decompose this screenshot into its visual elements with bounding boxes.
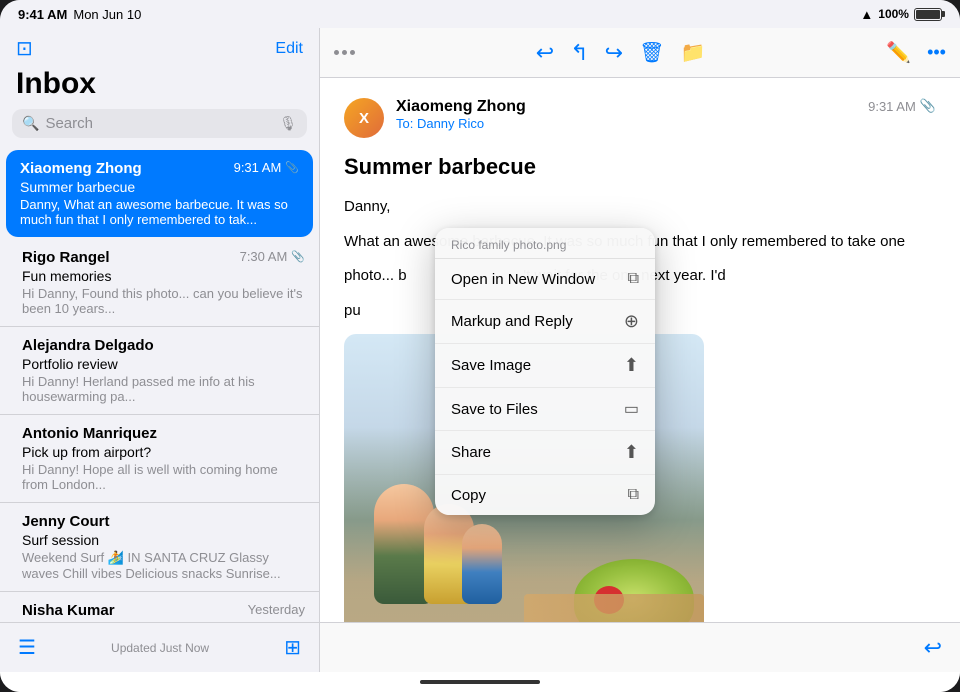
- context-menu-copy[interactable]: Copy ⧉: [435, 475, 655, 515]
- email-sender-3: Alejandra Delgado: [22, 337, 154, 354]
- context-menu[interactable]: Rico family photo.png Open in New Window…: [435, 228, 655, 515]
- email-item-5[interactable]: Jenny Court Surf session Weekend Surf 🏄 …: [0, 503, 319, 592]
- save-to-files-label: Save to Files: [451, 401, 538, 418]
- status-right: ▲ 100%: [860, 7, 942, 22]
- share-label: Share: [451, 444, 491, 461]
- email-list: Xiaomeng Zhong 9:31 AM 📎 Summer barbecue…: [0, 148, 319, 622]
- email-item-4[interactable]: Antonio Manriquez Pick up from airport? …: [0, 415, 319, 503]
- toolbar-dots: [334, 50, 355, 55]
- open-new-window-label: Open in New Window: [451, 271, 595, 288]
- email-item-1[interactable]: Xiaomeng Zhong 9:31 AM 📎 Summer barbecue…: [6, 150, 313, 237]
- reply-all-button[interactable]: ↰: [570, 40, 588, 66]
- home-indicator: [0, 672, 960, 692]
- inbox-title: Inbox: [0, 65, 319, 109]
- detail-footer: ↩: [320, 622, 960, 672]
- wifi-icon: ▲: [860, 7, 873, 22]
- email-preview-4: Hi Danny! Hope all is well with coming h…: [22, 462, 305, 492]
- search-placeholder: Search: [45, 115, 273, 132]
- main-content: ⊡ Edit Inbox 🔍 Search 🎙 Xiaomeng Zhong 9…: [0, 28, 960, 672]
- context-menu-save-to-files[interactable]: Save to Files ▭: [435, 388, 655, 431]
- trash-button[interactable]: 🗑: [639, 40, 664, 65]
- footer-reply-button[interactable]: ↩: [924, 635, 942, 661]
- detail-toolbar: ↩ ↰ ↪ 🗑 📁 ✏️ •••: [320, 28, 960, 78]
- ipad-frame: 9:41 AM Mon Jun 10 ▲ 100% ⊡ Edit Inbox 🔍…: [0, 0, 960, 692]
- email-detail: ↩ ↰ ↪ 🗑 📁 ✏️ ••• X Xiaomeng Zhong T: [320, 28, 960, 672]
- more-button[interactable]: •••: [927, 42, 946, 63]
- email-subject-5: Surf session: [22, 532, 305, 548]
- email-meta: Xiaomeng Zhong To: Danny Rico: [396, 98, 856, 131]
- edit-button[interactable]: Edit: [275, 40, 303, 58]
- email-sender-2: Rigo Rangel: [22, 249, 110, 266]
- email-preview-2: Hi Danny, Found this photo... can you be…: [22, 286, 305, 316]
- email-subject-1: Summer barbecue: [20, 179, 299, 195]
- search-icon: 🔍: [22, 115, 39, 132]
- email-item-3[interactable]: Alejandra Delgado Portfolio review Hi Da…: [0, 327, 319, 415]
- context-menu-markup-reply[interactable]: Markup and Reply ⊕: [435, 300, 655, 344]
- mic-icon[interactable]: 🎙: [279, 115, 297, 132]
- email-body-greeting: Danny,: [344, 196, 936, 219]
- attachment-icon-1: 📎: [285, 161, 299, 174]
- email-subject-6: Sunday brunch: [22, 621, 305, 622]
- forward-button[interactable]: ↪: [605, 40, 623, 66]
- email-sender-6: Nisha Kumar: [22, 602, 115, 619]
- update-status: Updated Just Now: [111, 641, 209, 655]
- save-image-icon: ⬆: [624, 355, 639, 376]
- markup-reply-icon: ⊕: [624, 311, 639, 332]
- save-image-label: Save Image: [451, 357, 531, 374]
- status-bar: 9:41 AM Mon Jun 10 ▲ 100%: [0, 0, 960, 28]
- email-detail-header: X Xiaomeng Zhong To: Danny Rico 9:31 AM …: [344, 98, 936, 138]
- email-sender-4: Antonio Manriquez: [22, 425, 157, 442]
- sidebar: ⊡ Edit Inbox 🔍 Search 🎙 Xiaomeng Zhong 9…: [0, 28, 320, 672]
- sidebar-header: ⊡ Edit: [0, 28, 319, 65]
- email-preview-5: Weekend Surf 🏄 IN SANTA CRUZ Glassy wave…: [22, 550, 305, 581]
- move-folder-button[interactable]: 📁: [680, 40, 705, 65]
- attachment-indicator: 📎: [920, 98, 936, 114]
- attachment-icon-2: 📎: [291, 250, 305, 263]
- email-preview-1: Danny, What an awesome barbecue. It was …: [20, 197, 299, 227]
- context-menu-open-new-window[interactable]: Open in New Window ⧉: [435, 259, 655, 300]
- toolbar-actions: ↩ ↰ ↪ 🗑 📁: [536, 40, 706, 66]
- email-subject-large: Summer barbecue: [344, 154, 936, 180]
- markup-reply-label: Markup and Reply: [451, 313, 573, 330]
- search-bar[interactable]: 🔍 Search 🎙: [12, 109, 307, 138]
- reply-button[interactable]: ↩: [536, 40, 554, 66]
- email-item-6[interactable]: Nisha Kumar Yesterday Sunday brunch Hey …: [0, 592, 319, 622]
- home-line: [420, 680, 540, 684]
- context-menu-share[interactable]: Share ⬆: [435, 431, 655, 475]
- save-to-files-icon: ▭: [624, 399, 639, 419]
- status-date: Mon Jun 10: [73, 7, 141, 22]
- recipient-line: To: Danny Rico: [396, 116, 856, 131]
- status-time: 9:41 AM: [18, 7, 67, 22]
- email-time-1: 9:31 AM: [234, 160, 282, 175]
- email-subject-4: Pick up from airport?: [22, 444, 305, 460]
- email-detail-time: 9:31 AM 📎: [868, 98, 936, 114]
- sender-name: Xiaomeng Zhong: [396, 98, 856, 116]
- sidebar-toggle-button[interactable]: ⊡: [16, 36, 33, 61]
- battery-icon: [914, 8, 942, 21]
- filter-icon[interactable]: ☰: [18, 635, 36, 660]
- email-sender-1: Xiaomeng Zhong: [20, 160, 142, 177]
- copy-icon: ⧉: [628, 486, 639, 504]
- sidebar-footer: ☰ Updated Just Now ⊞: [0, 622, 319, 672]
- email-item-2[interactable]: Rigo Rangel 7:30 AM 📎 Fun memories Hi Da…: [0, 239, 319, 327]
- email-time-2: 7:30 AM: [240, 249, 288, 264]
- open-new-window-icon: ⧉: [628, 270, 639, 288]
- battery-percent: 100%: [878, 7, 909, 21]
- copy-label: Copy: [451, 487, 486, 504]
- email-subject-2: Fun memories: [22, 268, 305, 284]
- toolbar-right: ✏️ •••: [886, 40, 946, 65]
- email-sender-5: Jenny Court: [22, 513, 110, 530]
- email-time-6: Yesterday: [248, 602, 305, 617]
- email-preview-3: Hi Danny! Herland passed me info at his …: [22, 374, 305, 404]
- email-subject-3: Portfolio review: [22, 356, 305, 372]
- sender-avatar: X: [344, 98, 384, 138]
- compose-button[interactable]: ✏️: [886, 40, 911, 65]
- layout-icon[interactable]: ⊞: [284, 635, 301, 660]
- context-menu-save-image[interactable]: Save Image ⬆: [435, 344, 655, 388]
- share-icon: ⬆: [624, 442, 639, 463]
- context-menu-filename: Rico family photo.png: [435, 228, 655, 259]
